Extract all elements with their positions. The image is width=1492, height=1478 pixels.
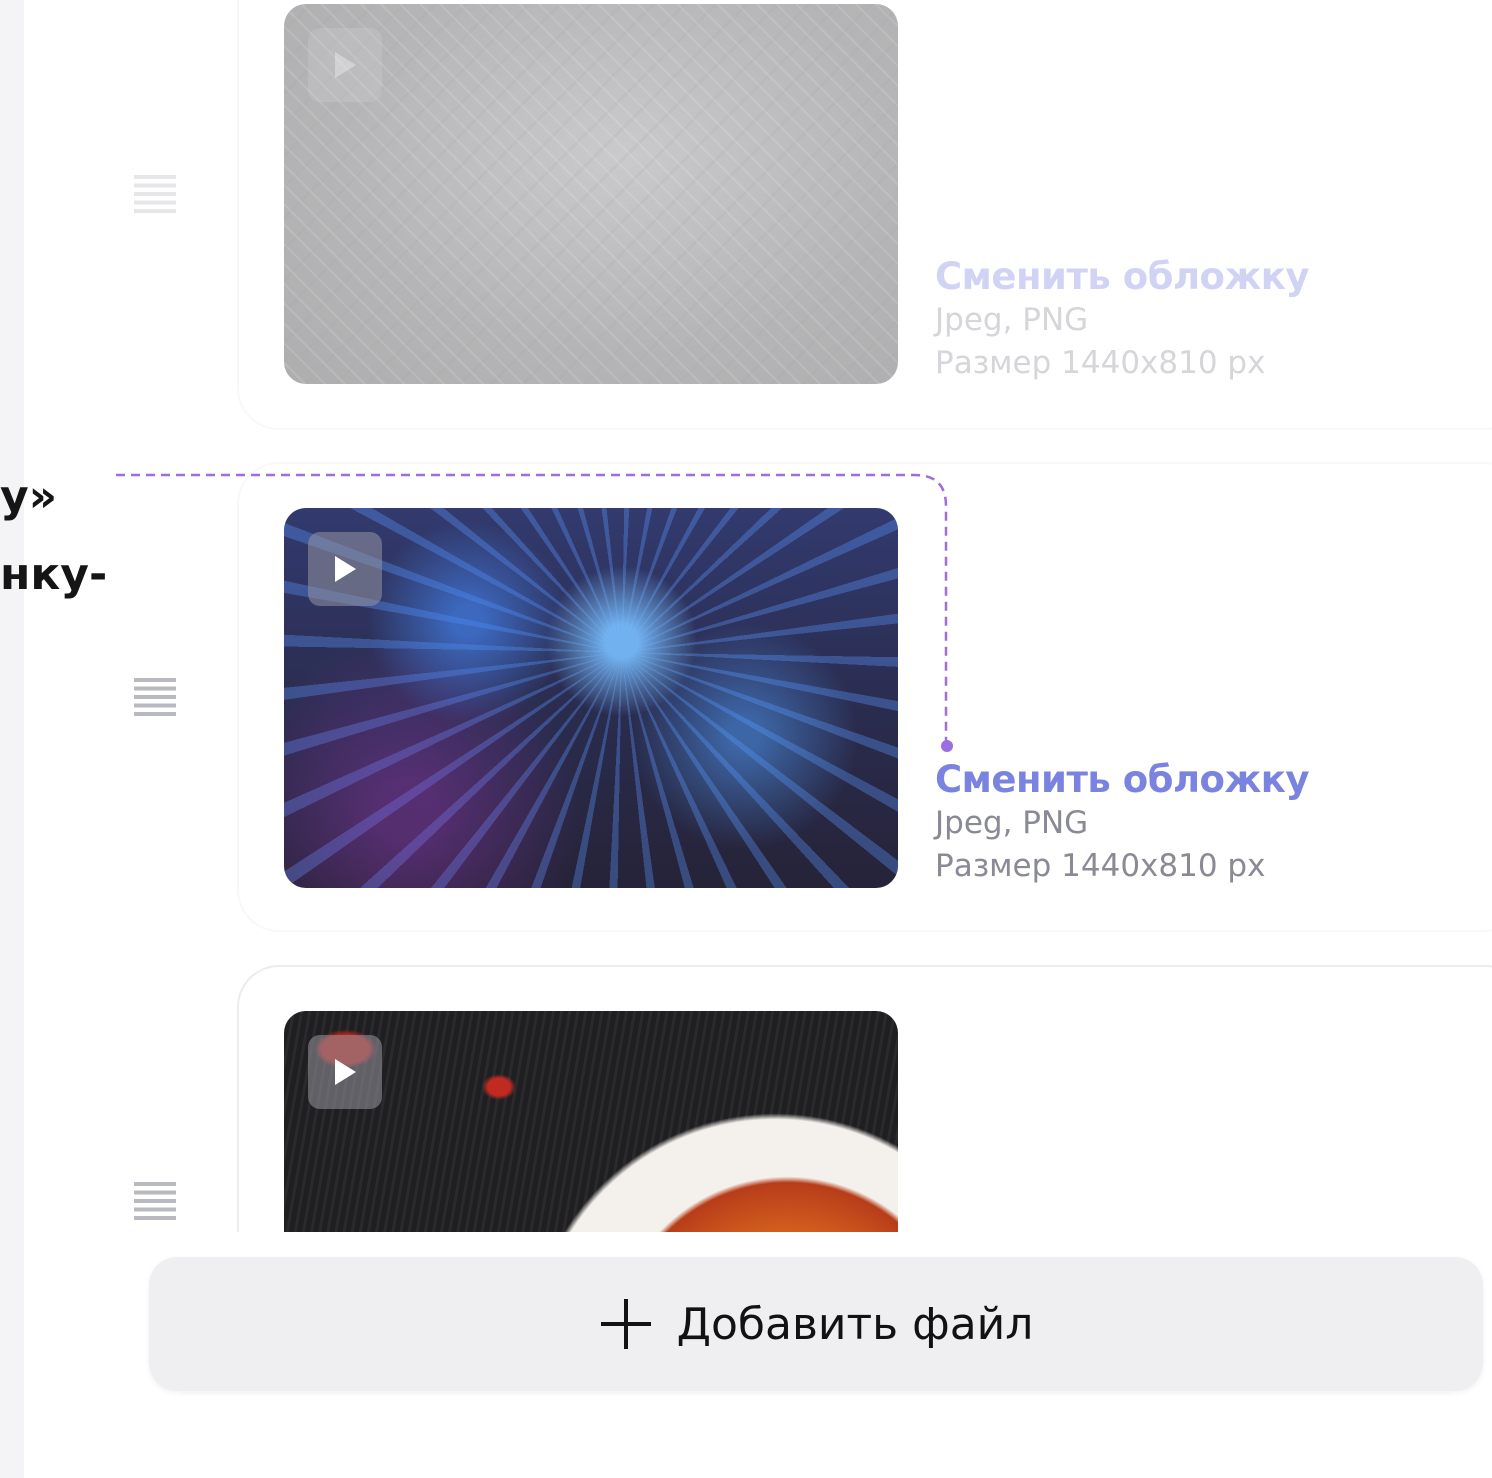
annotation-line-1: у» [0, 471, 58, 522]
add-file-label: Добавить файл [676, 1298, 1034, 1350]
add-file-button[interactable]: Добавить файл [149, 1257, 1483, 1391]
annotation-caption: у» нку- [0, 458, 107, 614]
plus-icon [600, 1299, 651, 1349]
annotation-line-2: нку- [0, 549, 108, 600]
